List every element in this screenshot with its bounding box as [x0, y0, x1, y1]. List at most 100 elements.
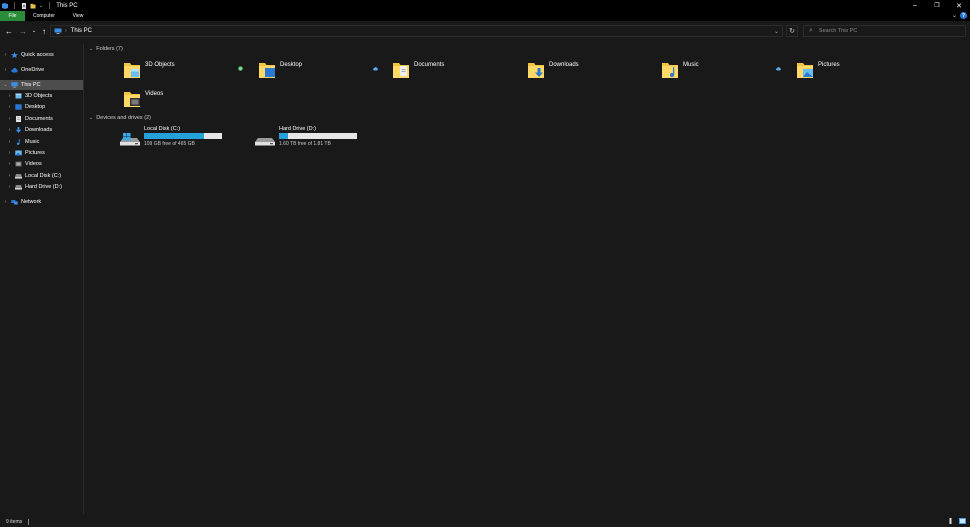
- folders-group-header[interactable]: ⌄ Folders (7): [89, 46, 123, 52]
- close-button[interactable]: ✕: [948, 0, 970, 11]
- quick-access-toolbar: ⌄ This PC: [0, 0, 78, 11]
- file-explorer-icon: [2, 2, 8, 9]
- sidebar-item-hard-drive-d[interactable]: › Hard Drive (D:): [0, 182, 83, 192]
- chevron-right-icon[interactable]: ›: [7, 161, 12, 167]
- sidebar-item-videos[interactable]: › Videos: [0, 159, 83, 169]
- minimize-button[interactable]: –: [904, 0, 926, 11]
- forward-button[interactable]: →: [18, 26, 28, 36]
- tab-file[interactable]: File: [0, 11, 25, 21]
- maximize-button[interactable]: ❐: [926, 0, 948, 11]
- expand-ribbon-chevron-icon[interactable]: ⌄: [952, 12, 957, 19]
- music-icon: [15, 139, 22, 145]
- sidebar-item-local-disk-c[interactable]: › Local Disk (C:): [0, 171, 83, 181]
- drive-free-space: 1.60 TB free of 1.81 TB: [279, 141, 331, 147]
- folder-tile-documents[interactable]: Documents: [392, 60, 522, 86]
- folder-tile-desktop[interactable]: Desktop: [258, 60, 388, 86]
- drives-group-header[interactable]: ⌄ Devices and drives (2): [89, 115, 151, 121]
- minimize-icon: –: [913, 2, 917, 9]
- chevron-right-icon[interactable]: ›: [7, 104, 12, 110]
- sidebar-item-label: OneDrive: [21, 67, 45, 73]
- breadcrumb-separator-icon: ›: [65, 28, 67, 34]
- back-button[interactable]: ←: [4, 26, 14, 36]
- sidebar-item-onedrive[interactable]: › OneDrive: [0, 65, 83, 75]
- tab-view[interactable]: View: [63, 11, 93, 21]
- chevron-right-icon[interactable]: ›: [7, 116, 12, 122]
- folder-icon: [124, 63, 140, 78]
- collapse-chevron-icon: ⌄: [89, 46, 94, 52]
- tab-computer[interactable]: Computer: [25, 11, 63, 21]
- drive-tile-hard-drive-d[interactable]: Hard Drive (D:) 1.60 TB free of 1.81 TB: [255, 126, 385, 152]
- search-box[interactable]: ⌕: [803, 25, 966, 37]
- drive-icon: [15, 173, 22, 179]
- folder-tile-music[interactable]: Music: [661, 60, 791, 86]
- folder-name: Documents: [414, 62, 445, 68]
- up-arrow-icon: ↑: [42, 26, 46, 36]
- divider: [28, 518, 30, 525]
- up-button[interactable]: ↑: [39, 26, 49, 36]
- sidebar-item-network[interactable]: › Network: [0, 197, 83, 207]
- chevron-right-icon[interactable]: ›: [7, 184, 12, 190]
- chevron-right-icon[interactable]: ›: [7, 150, 12, 156]
- recent-locations-button[interactable]: ⌄: [29, 26, 39, 36]
- details-view-icon[interactable]: [947, 518, 954, 524]
- sidebar-item-label: Downloads: [25, 127, 53, 133]
- sidebar-item-3d-objects[interactable]: › 3D Objects: [0, 91, 83, 101]
- picture-icon: [15, 150, 22, 156]
- chevron-right-icon[interactable]: ›: [7, 139, 12, 145]
- address-history-chevron-icon[interactable]: ⌄: [774, 28, 779, 35]
- sidebar-item-documents[interactable]: › Documents: [0, 114, 83, 124]
- folder-icon: [797, 63, 813, 78]
- folder-icon: [528, 63, 544, 78]
- new-folder-icon[interactable]: [30, 3, 36, 9]
- sidebar-item-music[interactable]: › Music: [0, 137, 83, 147]
- chevron-down-icon: ⌄: [31, 28, 37, 34]
- window-controls: – ❐ ✕: [904, 0, 970, 11]
- folder-name: Desktop: [280, 62, 303, 68]
- search-input[interactable]: [818, 28, 959, 34]
- chevron-right-icon[interactable]: ›: [3, 52, 8, 58]
- chevron-right-icon[interactable]: ›: [7, 127, 12, 133]
- search-icon: ⌕: [809, 27, 813, 34]
- sidebar-item-pictures[interactable]: › Pictures: [0, 148, 83, 158]
- drive-tile-local-disk-c[interactable]: Local Disk (C:) 109 GB free of 465 GB: [120, 126, 250, 152]
- folder-name: Videos: [145, 91, 164, 97]
- help-icon[interactable]: ?: [960, 12, 967, 19]
- properties-icon[interactable]: [21, 2, 27, 9]
- drives-group-title: Devices and drives (2): [96, 115, 151, 121]
- address-bar[interactable]: › This PC ⌄: [50, 25, 783, 37]
- large-icons-view-icon[interactable]: [959, 518, 966, 524]
- sidebar-item-label: Network: [21, 199, 42, 205]
- chevron-right-icon[interactable]: ›: [7, 93, 12, 99]
- title-bar: ⌄ This PC – ❐ ✕: [0, 0, 970, 11]
- folder-icon: [259, 63, 275, 78]
- chevron-right-icon[interactable]: ›: [3, 199, 8, 205]
- chevron-down-icon[interactable]: ⌄: [3, 82, 8, 88]
- sidebar-item-quick-access[interactable]: › Quick access: [0, 50, 83, 60]
- sidebar-item-label: Desktop: [25, 104, 46, 110]
- window-title: This PC: [56, 2, 78, 9]
- folder-name: Music: [683, 62, 699, 68]
- drive-name: Local Disk (C:): [144, 126, 181, 132]
- ribbon-right-controls: ⌄ ?: [952, 12, 967, 19]
- status-bar: 9 items: [0, 516, 970, 527]
- document-icon: [15, 116, 22, 122]
- drive-usage-bar: [144, 133, 222, 139]
- chevron-right-icon[interactable]: ›: [3, 67, 8, 73]
- folder-tile-videos[interactable]: Videos: [123, 89, 253, 115]
- computer-icon: [11, 82, 18, 88]
- breadcrumb[interactable]: This PC: [71, 28, 92, 34]
- sidebar-item-label: This PC: [21, 82, 41, 88]
- sidebar-item-desktop[interactable]: › Desktop: [0, 102, 83, 112]
- folder-tile-3d-objects[interactable]: 3D Objects: [123, 60, 253, 86]
- chevron-right-icon[interactable]: ›: [7, 173, 12, 179]
- folder-tile-pictures[interactable]: Pictures: [796, 60, 926, 86]
- sidebar-item-downloads[interactable]: › Downloads: [0, 125, 83, 135]
- sidebar-item-label: Music: [25, 139, 40, 145]
- folder-tile-downloads[interactable]: Downloads: [527, 60, 657, 86]
- sidebar-item-label: Local Disk (C:): [25, 173, 62, 179]
- computer-icon: [54, 28, 62, 34]
- customize-quick-access-chevron-icon[interactable]: ⌄: [39, 3, 43, 9]
- cloud-status-icon: [373, 66, 378, 71]
- refresh-button[interactable]: ↻: [786, 25, 798, 37]
- sidebar-item-this-pc[interactable]: ⌄ This PC: [0, 80, 83, 90]
